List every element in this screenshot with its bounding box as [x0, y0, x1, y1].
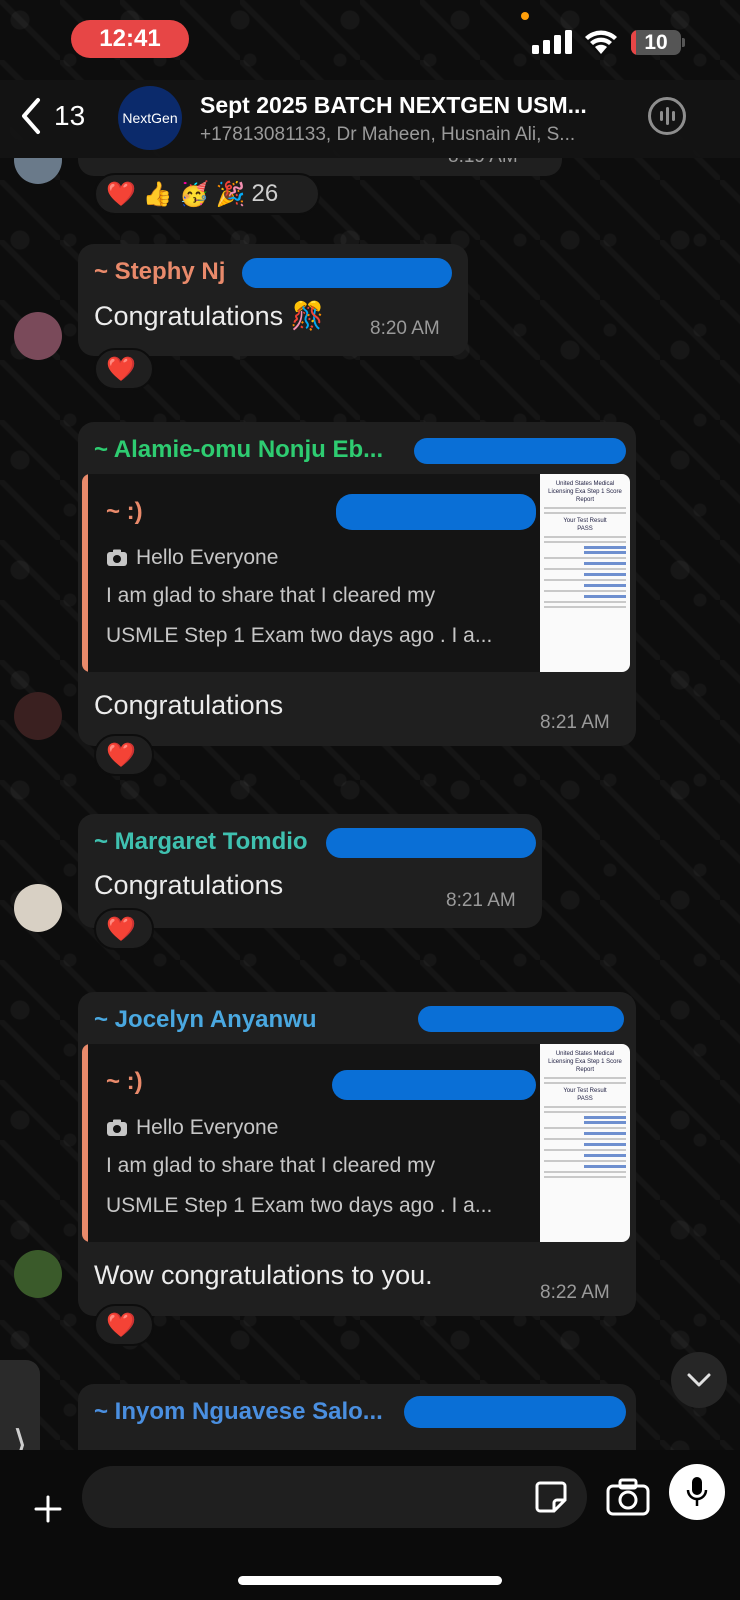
sticker-icon[interactable] — [534, 1480, 568, 1514]
quote-accent-bar — [82, 474, 88, 672]
quote-author: ~ :) — [106, 1068, 143, 1095]
message-time: 8:21 AM — [446, 890, 516, 911]
group-members[interactable]: +17813081133, Dr Maheen, Husnain Ali, S.… — [200, 124, 630, 146]
battery-nub — [682, 38, 685, 47]
avatar[interactable] — [14, 312, 62, 360]
camera-icon — [107, 549, 127, 566]
quote-line: Hello Everyone — [106, 546, 278, 570]
plus-icon[interactable] — [34, 1495, 62, 1523]
sender-name[interactable]: ~ Alamie-omu Nonju Eb... — [94, 436, 383, 464]
reaction-emojis: ❤️ — [106, 355, 136, 383]
thumbnail-result: PASS — [577, 1096, 593, 1102]
thumbnail-heading: United States Medical Licensing Exa Step… — [548, 1051, 622, 1073]
reaction-count: 26 — [251, 180, 279, 207]
message-list[interactable]: 8:19 AM ❤️ 👍 🥳 🎉 26 ~ Stephy Nj Congratu… — [0, 158, 740, 1450]
reaction-emojis: ❤️ 👍 🥳 🎉 — [106, 180, 246, 208]
chevron-left-icon — [22, 98, 40, 134]
message-bubble[interactable]: ~ Alamie-omu Nonju Eb... ~ :) Hello Ever… — [78, 422, 636, 746]
reaction-emojis: ❤️ — [106, 741, 136, 769]
wifi-icon — [585, 30, 617, 54]
microphone-button[interactable] — [669, 1464, 725, 1520]
message-bubble[interactable]: ~ Inyom Nguavese Salo... — [78, 1384, 636, 1450]
message-text: Congratulations — [94, 870, 284, 900]
quote-text: I am glad to share that I cleared my — [106, 1154, 436, 1177]
message-bubble[interactable]: ~ Jocelyn Anyanwu ~ :) Hello Everyone I … — [78, 992, 636, 1316]
message-text: Wow congratulations to you. — [94, 1260, 433, 1290]
redaction — [414, 438, 626, 464]
score-report-thumbnail[interactable]: United States Medical Licensing Exa Step… — [540, 474, 630, 672]
avatar[interactable] — [14, 158, 62, 184]
privacy-indicator-dot — [521, 12, 529, 20]
message-text: Congratulations — [94, 690, 284, 720]
quote-author: ~ :) — [106, 498, 143, 525]
sender-name[interactable]: ~ Inyom Nguavese Salo... — [94, 1398, 383, 1426]
thumbnail-result-label: Your Test Result — [563, 1088, 607, 1094]
quoted-message[interactable]: ~ :) Hello Everyone I am glad to share t… — [82, 1044, 630, 1242]
thumbnail-result-label: Your Test Result — [563, 518, 607, 524]
reaction-bar[interactable]: ❤️ — [94, 348, 154, 390]
reaction-emojis: ❤️ — [106, 915, 136, 943]
status-time: 12:41 — [71, 20, 189, 58]
reaction-bar[interactable]: ❤️ — [94, 908, 154, 950]
sender-name[interactable]: ~ Jocelyn Anyanwu — [94, 1006, 317, 1034]
battery-level: 10 — [644, 30, 668, 54]
message-bubble[interactable]: ~ Stephy Nj Congratulations 🎊 8:20 AM — [78, 244, 468, 356]
chevron-down-icon — [687, 1373, 711, 1387]
thumbnail-result: PASS — [577, 526, 593, 532]
avatar[interactable] — [14, 884, 62, 932]
reaction-bar[interactable]: ❤️ 👍 🥳 🎉 26 — [94, 173, 320, 215]
back-button[interactable]: 13 — [18, 96, 85, 136]
redaction — [326, 828, 536, 858]
quote-text: Hello Everyone — [136, 546, 279, 569]
reaction-emojis: ❤️ — [106, 1311, 136, 1339]
group-title[interactable]: Sept 2025 BATCH NEXTGEN USM... — [200, 92, 630, 119]
quote-text: USMLE Step 1 Exam two days ago . I a... — [106, 1194, 493, 1217]
quote-text: I am glad to share that I cleared my — [106, 584, 436, 607]
redaction — [242, 258, 452, 288]
cellular-signal-icon — [532, 30, 572, 54]
voice-chat-button[interactable] — [648, 97, 686, 135]
sender-name[interactable]: ~ Margaret Tomdio — [94, 828, 308, 856]
reaction-bar[interactable]: ❤️ — [94, 1304, 154, 1346]
battery-icon: 10 — [631, 30, 681, 55]
thumbnail-heading: United States Medical Licensing Exa Step… — [548, 481, 622, 503]
message-bubble[interactable]: ~ Margaret Tomdio Congratulations 8:21 A… — [78, 814, 542, 928]
message-composer — [0, 1450, 740, 1600]
redaction — [418, 1006, 624, 1032]
quote-text: Hello Everyone — [136, 1116, 279, 1139]
unread-count: 13 — [54, 100, 86, 131]
group-avatar[interactable]: NextGen — [118, 86, 182, 150]
redaction — [332, 1070, 536, 1100]
message-input[interactable] — [82, 1466, 587, 1528]
message-time: 8:22 AM — [540, 1282, 610, 1303]
score-report-thumbnail[interactable]: United States Medical Licensing Exa Step… — [540, 1044, 630, 1242]
quote-text: USMLE Step 1 Exam two days ago . I a... — [106, 624, 493, 647]
avatar[interactable] — [14, 1250, 62, 1298]
message-time: 8:21 AM — [540, 712, 610, 733]
quote-line: Hello Everyone — [106, 1116, 278, 1140]
message-time: 8:20 AM — [370, 318, 440, 339]
camera-icon[interactable] — [606, 1478, 650, 1516]
avatar[interactable] — [14, 692, 62, 740]
camera-icon — [107, 1119, 127, 1136]
reaction-bar[interactable]: ❤️ — [94, 734, 154, 776]
redaction — [404, 1396, 626, 1428]
group-avatar-label: NextGen — [122, 110, 178, 126]
redaction — [336, 494, 536, 530]
quote-accent-bar — [82, 1044, 88, 1242]
sender-name[interactable]: ~ Stephy Nj — [94, 258, 225, 286]
microphone-icon — [686, 1477, 708, 1506]
message-time: 8:19 AM — [448, 158, 518, 168]
chat-header: 13 NextGen Sept 2025 BATCH NEXTGEN USM..… — [0, 80, 740, 158]
status-bar: 12:41 10 — [0, 0, 740, 80]
message-text: Congratulations 🎊 — [94, 301, 325, 331]
scroll-to-bottom-button[interactable] — [671, 1352, 727, 1408]
home-indicator[interactable] — [238, 1576, 502, 1585]
quoted-message[interactable]: ~ :) Hello Everyone I am glad to share t… — [82, 474, 630, 672]
